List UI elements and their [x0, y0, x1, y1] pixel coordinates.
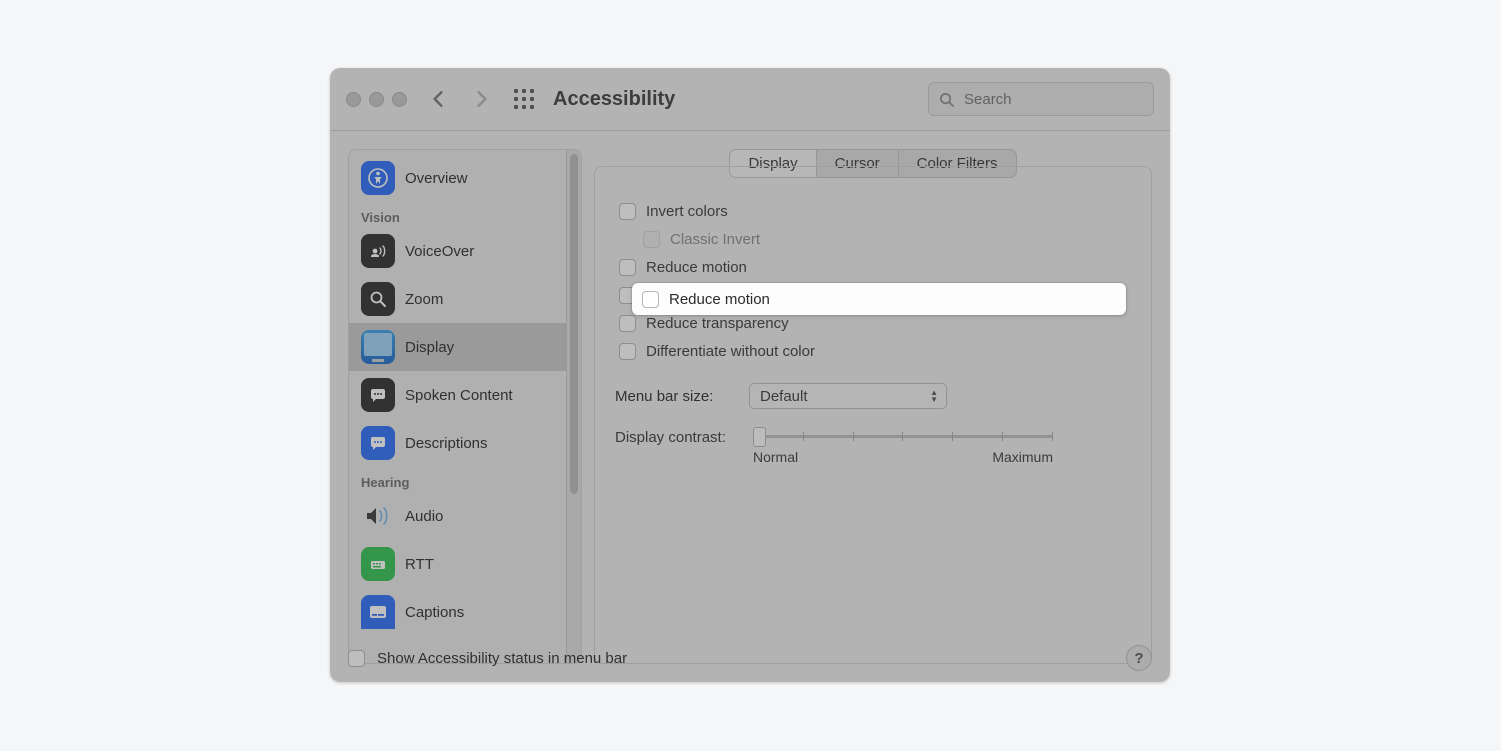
search-input[interactable]	[962, 90, 1165, 109]
search-field[interactable]	[928, 82, 1154, 116]
sidebar-item-audio[interactable]: Audio	[349, 492, 566, 540]
close-window-button[interactable]	[346, 92, 361, 107]
forward-button[interactable]	[473, 90, 491, 108]
display-panel: Invert colors Classic Invert Reduce moti…	[594, 166, 1152, 664]
sidebar-item-label: RTT	[405, 556, 434, 573]
chevron-updown-icon: ▲▼	[930, 389, 938, 403]
menu-bar-size-row: Menu bar size: Default ▲▼	[615, 383, 1131, 409]
classic-invert-checkbox	[643, 231, 660, 248]
differentiate-without-color-row[interactable]: Differentiate without color	[615, 337, 1131, 365]
content-pane: Display Cursor Color Filters Invert colo…	[594, 149, 1152, 664]
checkbox-label: Invert colors	[646, 203, 728, 220]
sidebar-item-label: Display	[405, 339, 454, 356]
increase-contrast-checkbox[interactable]	[619, 287, 636, 304]
back-button[interactable]	[429, 90, 447, 108]
sidebar-item-zoom[interactable]: Zoom	[349, 275, 566, 323]
show-status-label: Show Accessibility status in menu bar	[377, 650, 627, 667]
slider-min-label: Normal	[753, 449, 798, 465]
sidebar-scrollbar[interactable]	[566, 150, 581, 663]
scrollbar-thumb[interactable]	[570, 154, 578, 494]
audio-icon	[361, 499, 395, 533]
window-title: Accessibility	[553, 88, 675, 111]
preferences-window: Accessibility Overview	[330, 68, 1170, 682]
search-icon	[939, 92, 954, 107]
display-icon	[361, 330, 395, 364]
titlebar: Accessibility	[330, 68, 1170, 131]
sidebar-item-spoken-content[interactable]: Spoken Content	[349, 371, 566, 419]
slider-max-label: Maximum	[992, 449, 1053, 465]
reduce-motion-row[interactable]: Reduce motion	[615, 253, 1131, 281]
checkbox-label: Classic Invert	[670, 231, 760, 248]
sidebar-item-voiceover[interactable]: VoiceOver	[349, 227, 566, 275]
display-contrast-row: Display contrast: Normal Maximum	[615, 429, 1131, 465]
sidebar: Overview Vision VoiceOver Zoom	[348, 149, 582, 664]
sidebar-item-descriptions[interactable]: Descriptions	[349, 419, 566, 467]
stage: Accessibility Overview	[0, 0, 1501, 751]
overview-icon	[361, 161, 395, 195]
reduce-motion-checkbox[interactable]	[619, 259, 636, 276]
classic-invert-row: Classic Invert	[615, 225, 1131, 253]
show-status-checkbox[interactable]	[348, 650, 365, 667]
select-value: Default	[760, 388, 808, 405]
display-contrast-slider[interactable]: Normal Maximum	[753, 429, 1053, 465]
sidebar-item-label: Audio	[405, 508, 443, 525]
descriptions-icon	[361, 426, 395, 460]
differentiate-without-color-checkbox[interactable]	[619, 343, 636, 360]
sidebar-item-label: VoiceOver	[405, 243, 474, 260]
invert-colors-checkbox[interactable]	[619, 203, 636, 220]
sidebar-item-captions[interactable]: Captions	[349, 588, 566, 636]
section-heading-hearing: Hearing	[349, 467, 566, 492]
menu-bar-size-label: Menu bar size:	[615, 388, 735, 405]
display-contrast-label: Display contrast:	[615, 429, 743, 446]
window-body: Overview Vision VoiceOver Zoom	[330, 131, 1170, 682]
sidebar-item-overview[interactable]: Overview	[349, 154, 566, 202]
minimize-window-button[interactable]	[369, 92, 384, 107]
sidebar-item-display[interactable]: Display	[349, 323, 566, 371]
spoken-content-icon	[361, 378, 395, 412]
menu-bar-size-select[interactable]: Default ▲▼	[749, 383, 947, 409]
sidebar-item-label: Zoom	[405, 291, 443, 308]
nav-arrows	[429, 90, 491, 108]
sidebar-item-rtt[interactable]: RTT	[349, 540, 566, 588]
captions-icon	[361, 595, 395, 629]
slider-knob[interactable]	[753, 427, 766, 447]
show-all-button[interactable]	[513, 88, 535, 110]
reduce-transparency-row[interactable]: Reduce transparency	[615, 309, 1131, 337]
checkbox-label: Differentiate without color	[646, 343, 815, 360]
zoom-icon	[361, 282, 395, 316]
sidebar-item-label: Spoken Content	[405, 387, 513, 404]
section-heading-vision: Vision	[349, 202, 566, 227]
checkbox-label: Increase contrast	[646, 287, 761, 304]
reduce-transparency-checkbox[interactable]	[619, 315, 636, 332]
sidebar-item-label: Captions	[405, 604, 464, 621]
zoom-window-button[interactable]	[392, 92, 407, 107]
window-footer: Show Accessibility status in menu bar ?	[330, 634, 1170, 682]
rtt-icon	[361, 547, 395, 581]
sidebar-item-label: Overview	[405, 170, 468, 187]
window-controls	[346, 92, 407, 107]
voiceover-icon	[361, 234, 395, 268]
checkbox-label: Reduce motion	[646, 259, 747, 276]
sidebar-list: Overview Vision VoiceOver Zoom	[349, 150, 566, 663]
checkbox-label: Reduce transparency	[646, 315, 789, 332]
sidebar-item-label: Descriptions	[405, 435, 488, 452]
increase-contrast-row[interactable]: Increase contrast	[615, 281, 1131, 309]
invert-colors-row[interactable]: Invert colors	[615, 197, 1131, 225]
help-button[interactable]: ?	[1126, 645, 1152, 671]
